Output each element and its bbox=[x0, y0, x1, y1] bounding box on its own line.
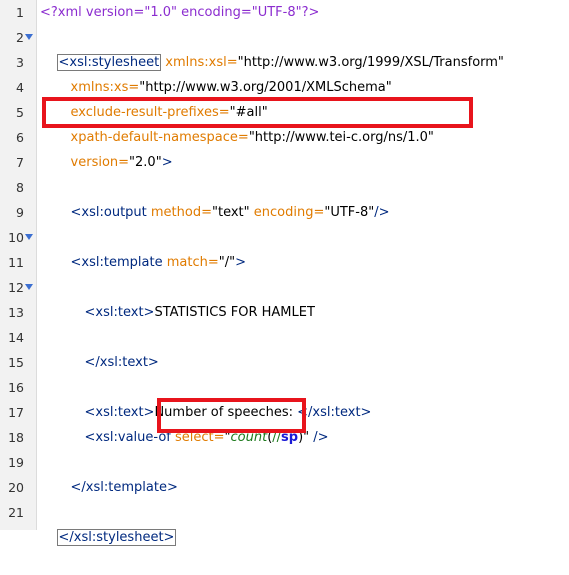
line-number: 17 bbox=[8, 405, 24, 420]
line-number: 1 bbox=[16, 5, 24, 20]
line-number: 11 bbox=[8, 255, 24, 270]
code-line-5[interactable]: 5 xpath-default-namespace="http://www.te… bbox=[0, 100, 569, 145]
fold-arrow-icon[interactable] bbox=[25, 234, 33, 240]
line-number: 4 bbox=[16, 80, 24, 95]
code-line-6[interactable]: 6 version="2.0"> bbox=[0, 125, 569, 170]
line-number: 12 bbox=[8, 280, 24, 295]
code-line-4[interactable]: 4 exclude-result-prefixes="#all" bbox=[0, 75, 569, 120]
fold-arrow-icon[interactable] bbox=[25, 34, 33, 40]
code-line-2[interactable]: 2 <xsl:stylesheet xmlns:xsl="http://www.… bbox=[0, 25, 569, 71]
line-number: 15 bbox=[8, 355, 24, 370]
line-number: 5 bbox=[16, 105, 24, 120]
line-number: 18 bbox=[8, 430, 24, 445]
code-line-16[interactable]: 16 <xsl:text>Number of speeches: </xsl:t… bbox=[0, 375, 569, 420]
line-number: 9 bbox=[16, 205, 24, 220]
line-number: 3 bbox=[16, 55, 24, 70]
code-line-13[interactable]: 13 bbox=[0, 300, 569, 325]
code-line-14[interactable]: 14 </xsl:text> bbox=[0, 325, 569, 370]
code-line-11[interactable]: 11 bbox=[0, 250, 569, 275]
line-number: 14 bbox=[8, 330, 24, 345]
line-number: 16 bbox=[8, 380, 24, 395]
code-line-12[interactable]: 12 <xsl:text>STATISTICS FOR HAMLET bbox=[0, 275, 569, 320]
xml-declaration[interactable]: <?xml version="1.0" encoding="UTF-8"?> bbox=[40, 0, 319, 25]
line-number: 10 bbox=[8, 230, 24, 245]
line-number: 13 bbox=[8, 305, 24, 320]
line-number: 6 bbox=[16, 130, 24, 145]
code-line-17[interactable]: 17 <xsl:value-of select="count(//sp)" /> bbox=[0, 400, 569, 445]
code-line-10[interactable]: 10 <xsl:template match="/"> bbox=[0, 225, 569, 270]
line-number: 20 bbox=[8, 480, 24, 495]
code-line-15[interactable]: 15 bbox=[0, 350, 569, 375]
line-number: 8 bbox=[16, 180, 24, 195]
code-line-20[interactable]: 20 bbox=[0, 475, 569, 500]
code-line-3[interactable]: 3 xmlns:xs="http://www.w3.org/2001/XMLSc… bbox=[0, 50, 569, 95]
line-number: 21 bbox=[8, 505, 24, 520]
line-number: 7 bbox=[16, 155, 24, 170]
fold-arrow-icon[interactable] bbox=[25, 284, 33, 290]
code-line-19[interactable]: 19 </xsl:template> bbox=[0, 450, 569, 495]
code-line-1[interactable]: 1 <?xml version="1.0" encoding="UTF-8"?> bbox=[0, 0, 569, 25]
stylesheet-close-tag[interactable]: </xsl:stylesheet> bbox=[56, 529, 177, 546]
code-line-8[interactable]: 8 <xsl:output method="text" encoding="UT… bbox=[0, 175, 569, 220]
line-number: 19 bbox=[8, 455, 24, 470]
code-line-9[interactable]: 9 bbox=[0, 200, 569, 225]
line-number: 2 bbox=[16, 30, 24, 45]
code-line-18[interactable]: 18 bbox=[0, 425, 569, 450]
code-line-7[interactable]: 7 bbox=[0, 150, 569, 175]
code-line-21[interactable]: 21 </xsl:stylesheet> bbox=[0, 500, 569, 546]
